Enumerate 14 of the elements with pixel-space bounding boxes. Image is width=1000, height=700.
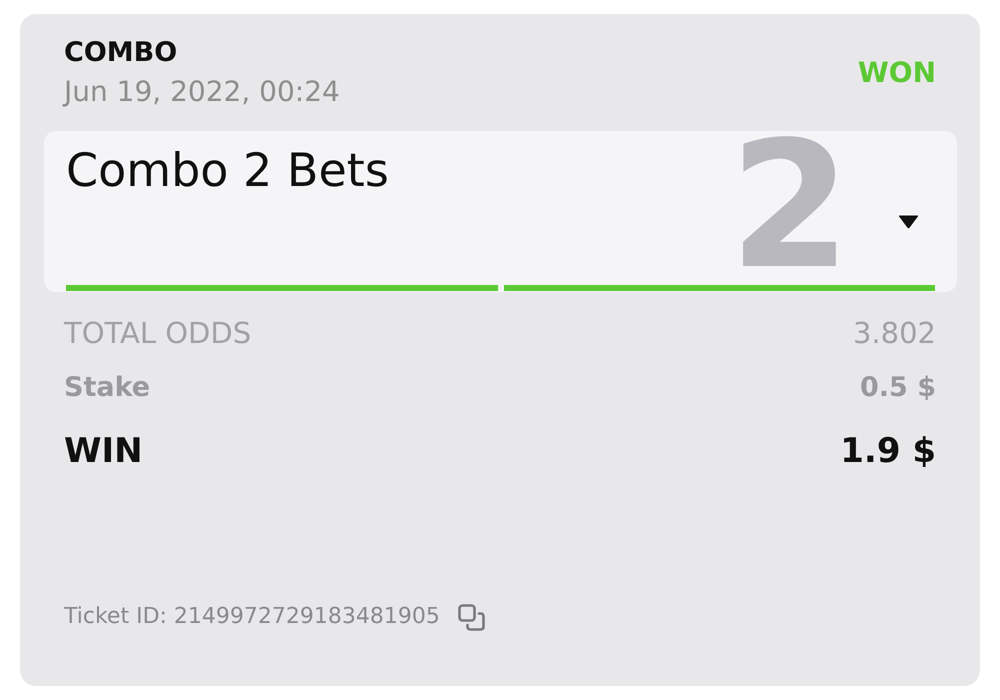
odds-label: TOTAL ODDS (64, 316, 252, 351)
panel-title: Combo 2 Bets (66, 142, 389, 198)
win-label: WIN (64, 431, 143, 472)
caret-icon[interactable] (898, 214, 919, 229)
stake-value: 0.5 $ (860, 372, 936, 404)
bet-status: WON (858, 56, 936, 90)
bet-count-numeral: 2 (729, 136, 851, 277)
bet-date: Jun 19, 2022, 00:24 (64, 75, 340, 109)
copy-icon[interactable] (458, 604, 485, 631)
win-value: 1.9 $ (840, 431, 936, 472)
ticket-id: Ticket ID: 2149972729183481905 (64, 604, 440, 631)
bet-type: COMBO (64, 37, 178, 70)
stake-label: Stake (64, 372, 150, 404)
odds-value: 3.802 (852, 316, 936, 351)
